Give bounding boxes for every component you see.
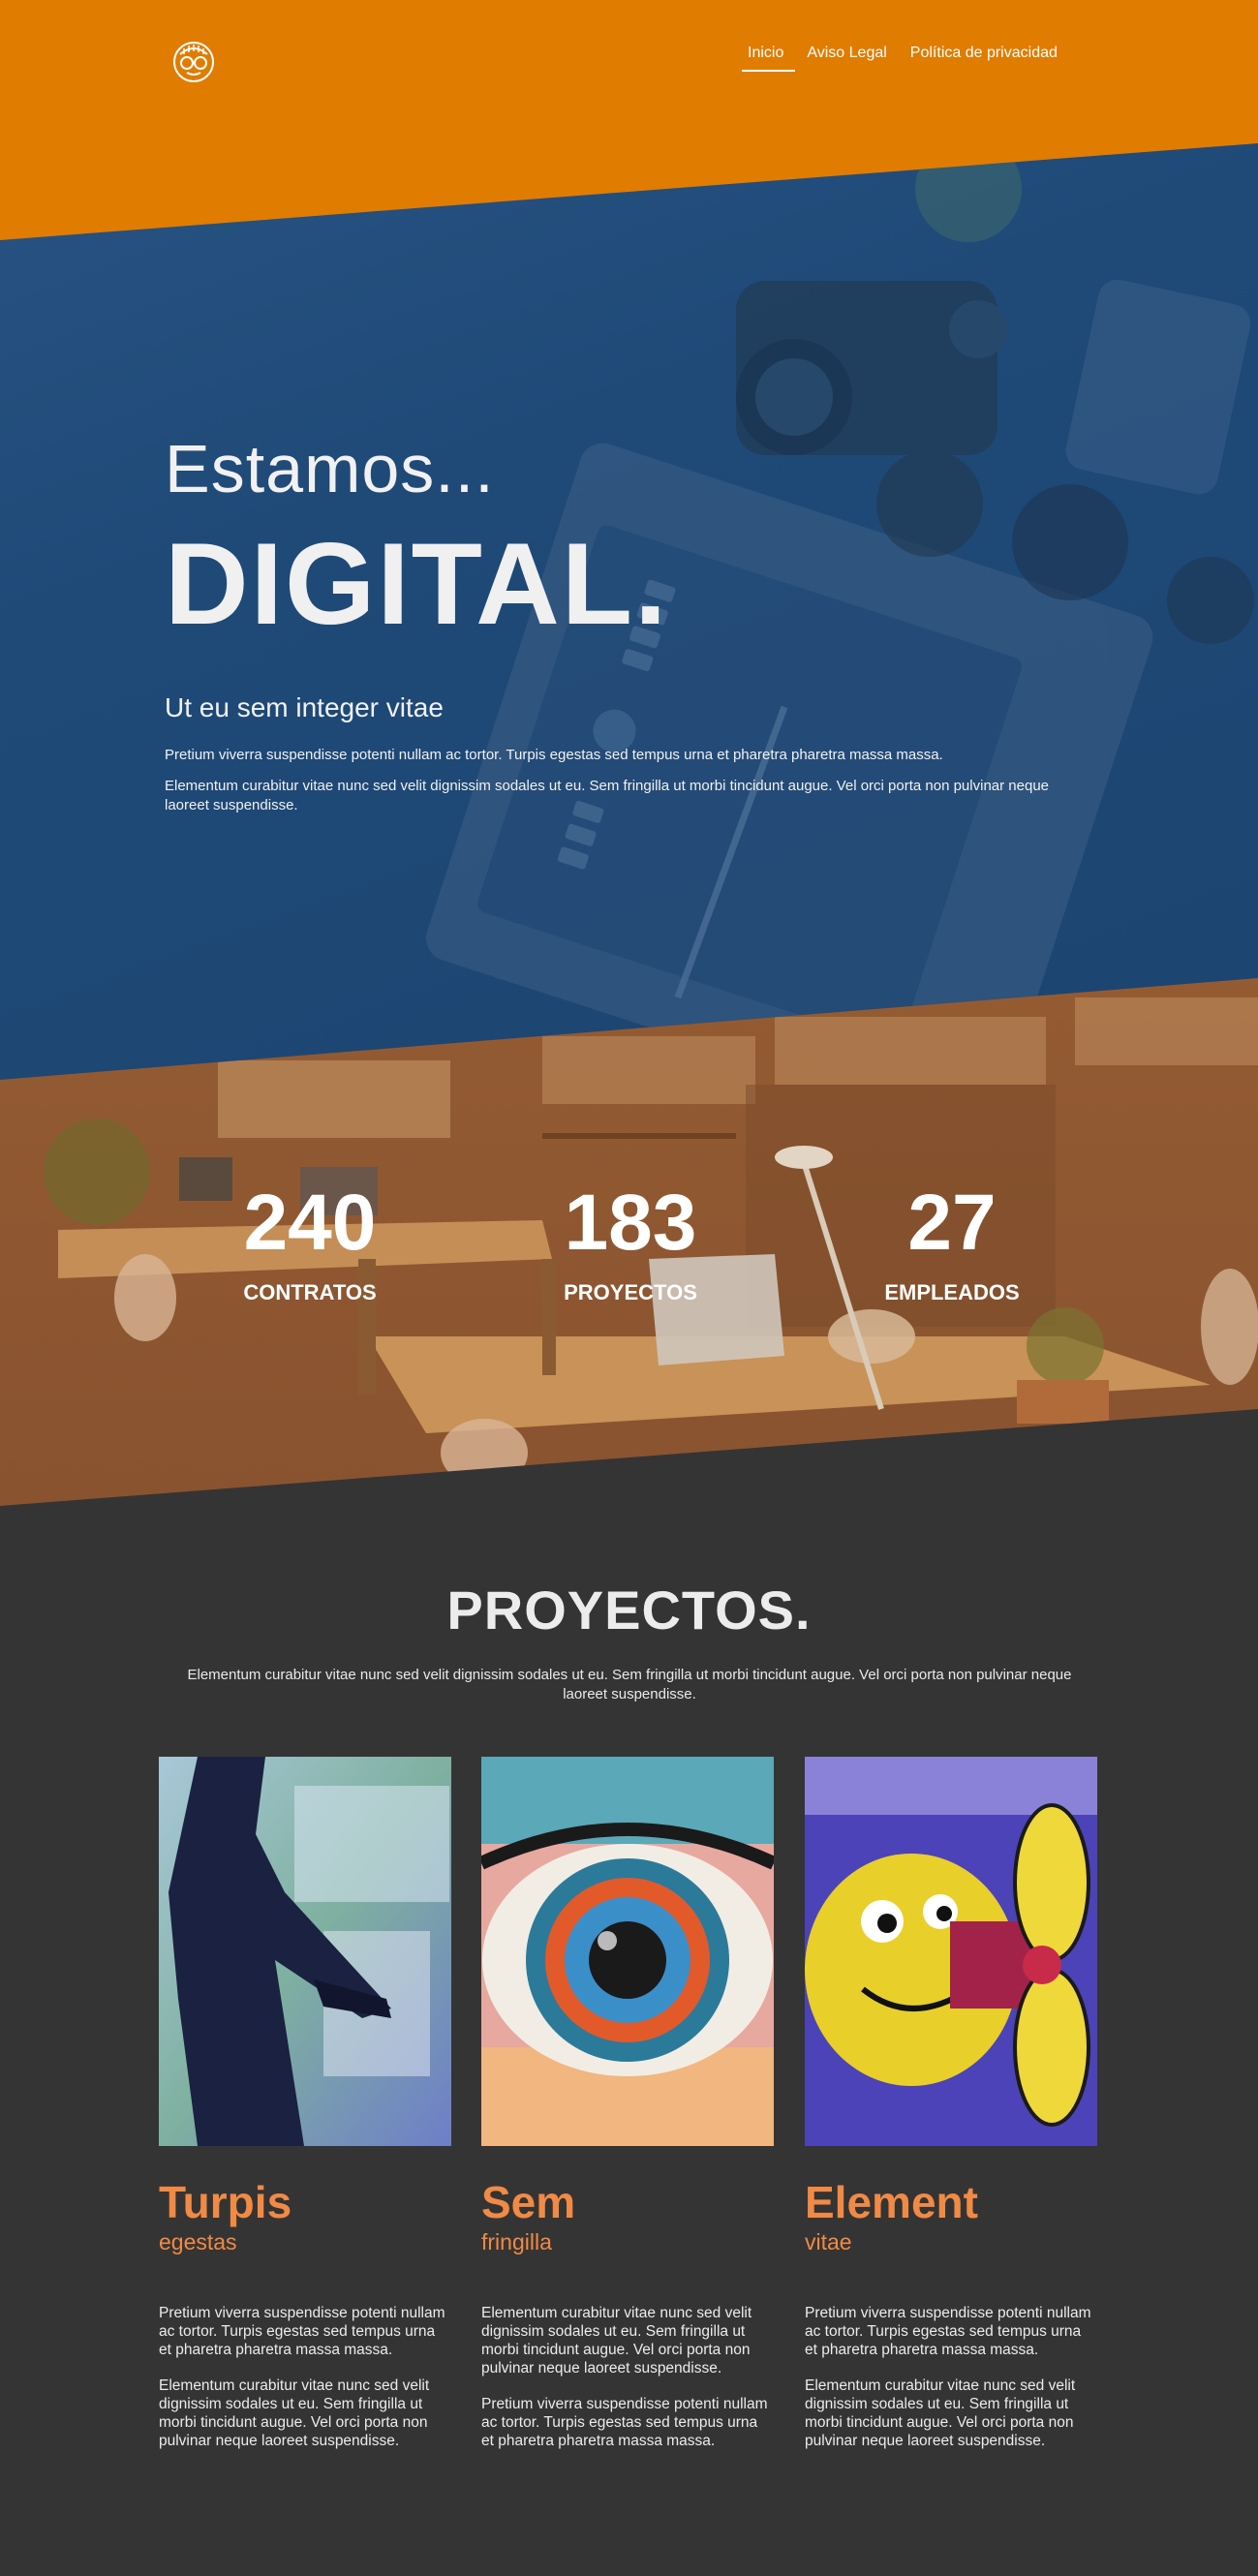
nerd-glasses-logo-icon[interactable] <box>172 41 215 83</box>
top-navigation: Inicio Aviso Legal Política de privacida… <box>0 0 1258 116</box>
stat-label: EMPLEADOS <box>884 1280 1020 1304</box>
project-card-turpis[interactable]: Turpis egestas Pretium viverra suspendis… <box>159 1757 451 2450</box>
project-text: Pretium viverra suspendisse potenti null… <box>159 2305 445 2358</box>
main-menu: Inicio Aviso Legal Política de privacida… <box>736 45 1069 72</box>
project-title: Element <box>805 2177 978 2227</box>
stat-proyectos: 183 PROYECTOS <box>514 1180 747 1305</box>
project-subtitle: fringilla <box>481 2229 552 2254</box>
stat-value: 240 <box>243 1179 377 1267</box>
project-title: Sem <box>481 2177 576 2227</box>
hero-title: DIGITAL. <box>165 519 669 649</box>
project-title: Turpis <box>159 2177 292 2227</box>
hero-subtitle: Ut eu sem integer vitae <box>165 692 444 722</box>
hero-text-block: Estamos... DIGITAL. Ut eu sem integer vi… <box>165 426 1094 815</box>
project-text: Elementum curabitur vitae nunc sed velit… <box>159 2377 430 2449</box>
hero-pretitle: Estamos... <box>165 431 495 506</box>
hero-paragraph: Pretium viverra suspendisse potenti null… <box>165 747 943 763</box>
project-subtitle: vitae <box>805 2229 852 2254</box>
project-text: Pretium viverra suspendisse potenti null… <box>805 2305 1091 2358</box>
stat-label: CONTRATOS <box>243 1280 377 1304</box>
stat-contratos: 240 CONTRATOS <box>194 1180 426 1305</box>
nav-link-aviso-legal[interactable]: Aviso Legal <box>795 45 898 72</box>
project-text: Pretium viverra suspendisse potenti null… <box>481 2396 768 2449</box>
project-text: Elementum curabitur vitae nunc sed velit… <box>805 2377 1076 2449</box>
project-image-hooded-figure[interactable] <box>159 1757 451 2146</box>
nav-link-politica-privacidad[interactable]: Política de privacidad <box>899 45 1069 72</box>
projects-intro: Elementum curabitur vitae nunc sed velit… <box>187 1667 1072 1702</box>
project-image-painted-eye[interactable] <box>481 1757 774 2146</box>
project-card-sem[interactable]: Sem fringilla Elementum curabitur vitae … <box>481 1757 774 2450</box>
hero-paragraph: Elementum curabitur vitae nunc sed velit… <box>165 778 1050 813</box>
project-image-graffiti-plane[interactable] <box>805 1757 1097 2146</box>
project-subtitle: egestas <box>159 2229 237 2254</box>
stat-empleados: 27 EMPLEADOS <box>836 1180 1068 1305</box>
stat-value: 183 <box>564 1179 697 1267</box>
stat-label: PROYECTOS <box>564 1280 697 1304</box>
stat-value: 27 <box>907 1179 997 1267</box>
nav-link-inicio[interactable]: Inicio <box>736 45 796 72</box>
project-text: Elementum curabitur vitae nunc sed velit… <box>481 2305 752 2377</box>
project-card-element[interactable]: Element vitae Pretium viverra suspendiss… <box>805 1757 1097 2450</box>
projects-title: PROYECTOS. <box>446 1579 812 1641</box>
